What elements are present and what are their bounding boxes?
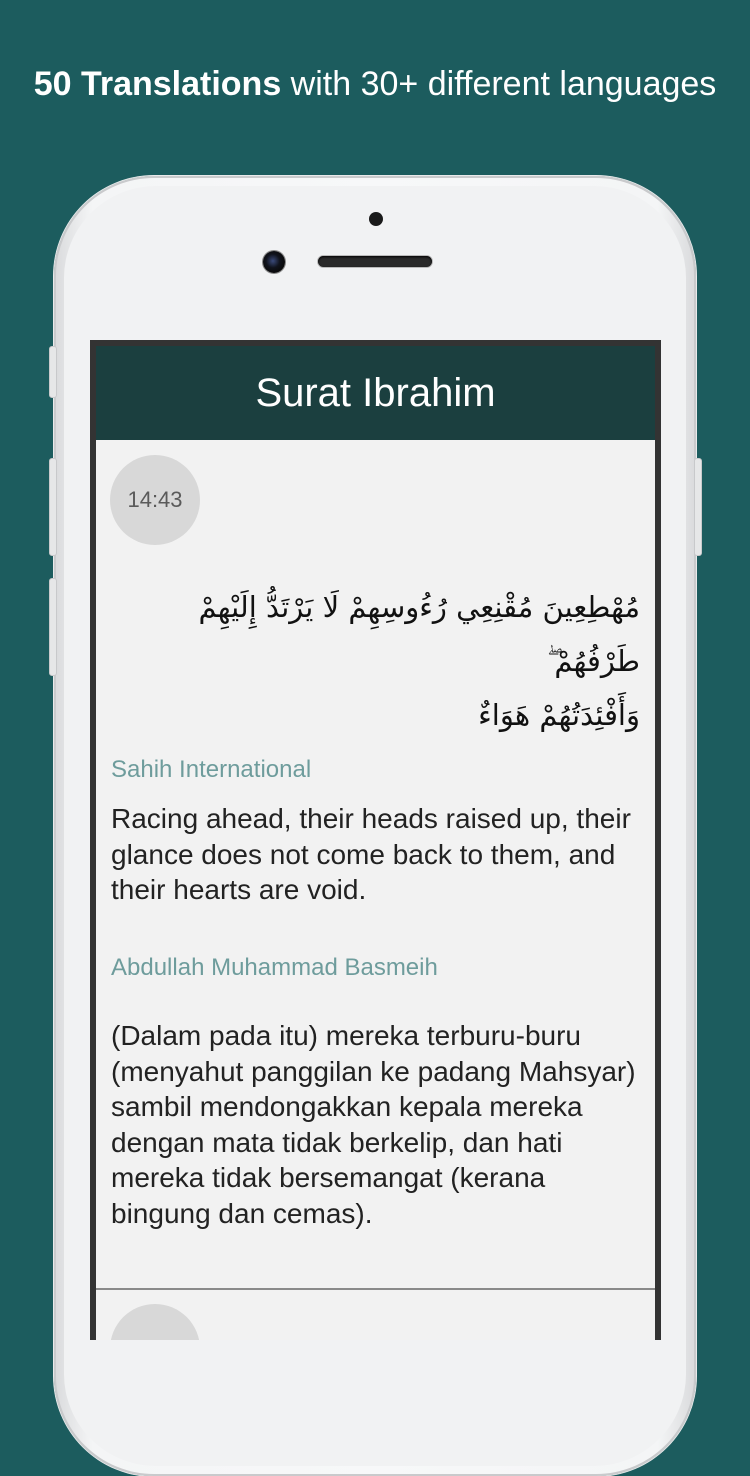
promo-headline: 50 Translations with 30+ different langu… (0, 62, 750, 106)
silent-switch (49, 346, 57, 398)
arabic-verse: مُهْطِعِينَ مُقْنِعِي رُءُوسِهِمْ لَا يَ… (130, 580, 640, 742)
front-camera-icon (263, 251, 285, 273)
volume-up-button (49, 458, 57, 556)
app-header: Surat Ibrahim (96, 346, 655, 440)
proximity-sensor (369, 212, 383, 226)
verse-divider (96, 1288, 655, 1290)
earpiece-speaker (318, 256, 432, 267)
headline-bold: 50 Translations (33, 65, 282, 103)
power-button (694, 458, 702, 556)
phone-screen: Surat Ibrahim 14:43 مُهْطِعِينَ مُقْنِعِ… (90, 340, 661, 1340)
headline-rest: with 30+ different languages (281, 65, 717, 103)
translation-text: (Dalam pada itu) mereka terburu-buru (me… (111, 1020, 636, 1229)
translation-text: Racing ahead, their heads raised up, the… (111, 803, 631, 905)
surah-title: Surat Ibrahim (255, 371, 496, 415)
next-verse-badge[interactable] (110, 1304, 200, 1340)
app-screen: Surat Ibrahim 14:43 مُهْطِعِينَ مُقْنِعِ… (96, 346, 655, 1340)
arabic-line-1: مُهْطِعِينَ مُقْنِعِي رُءُوسِهِمْ لَا يَ… (198, 590, 640, 678)
translator-name: Abdullah Muhammad Basmeih (111, 954, 438, 981)
translator-name: Sahih International (111, 756, 312, 783)
verse-number-badge[interactable]: 14:43 (110, 455, 200, 545)
arabic-line-2: وَأَفْئِدَتُهُمْ هَوَاءٌ (478, 698, 640, 732)
volume-down-button (49, 578, 57, 676)
